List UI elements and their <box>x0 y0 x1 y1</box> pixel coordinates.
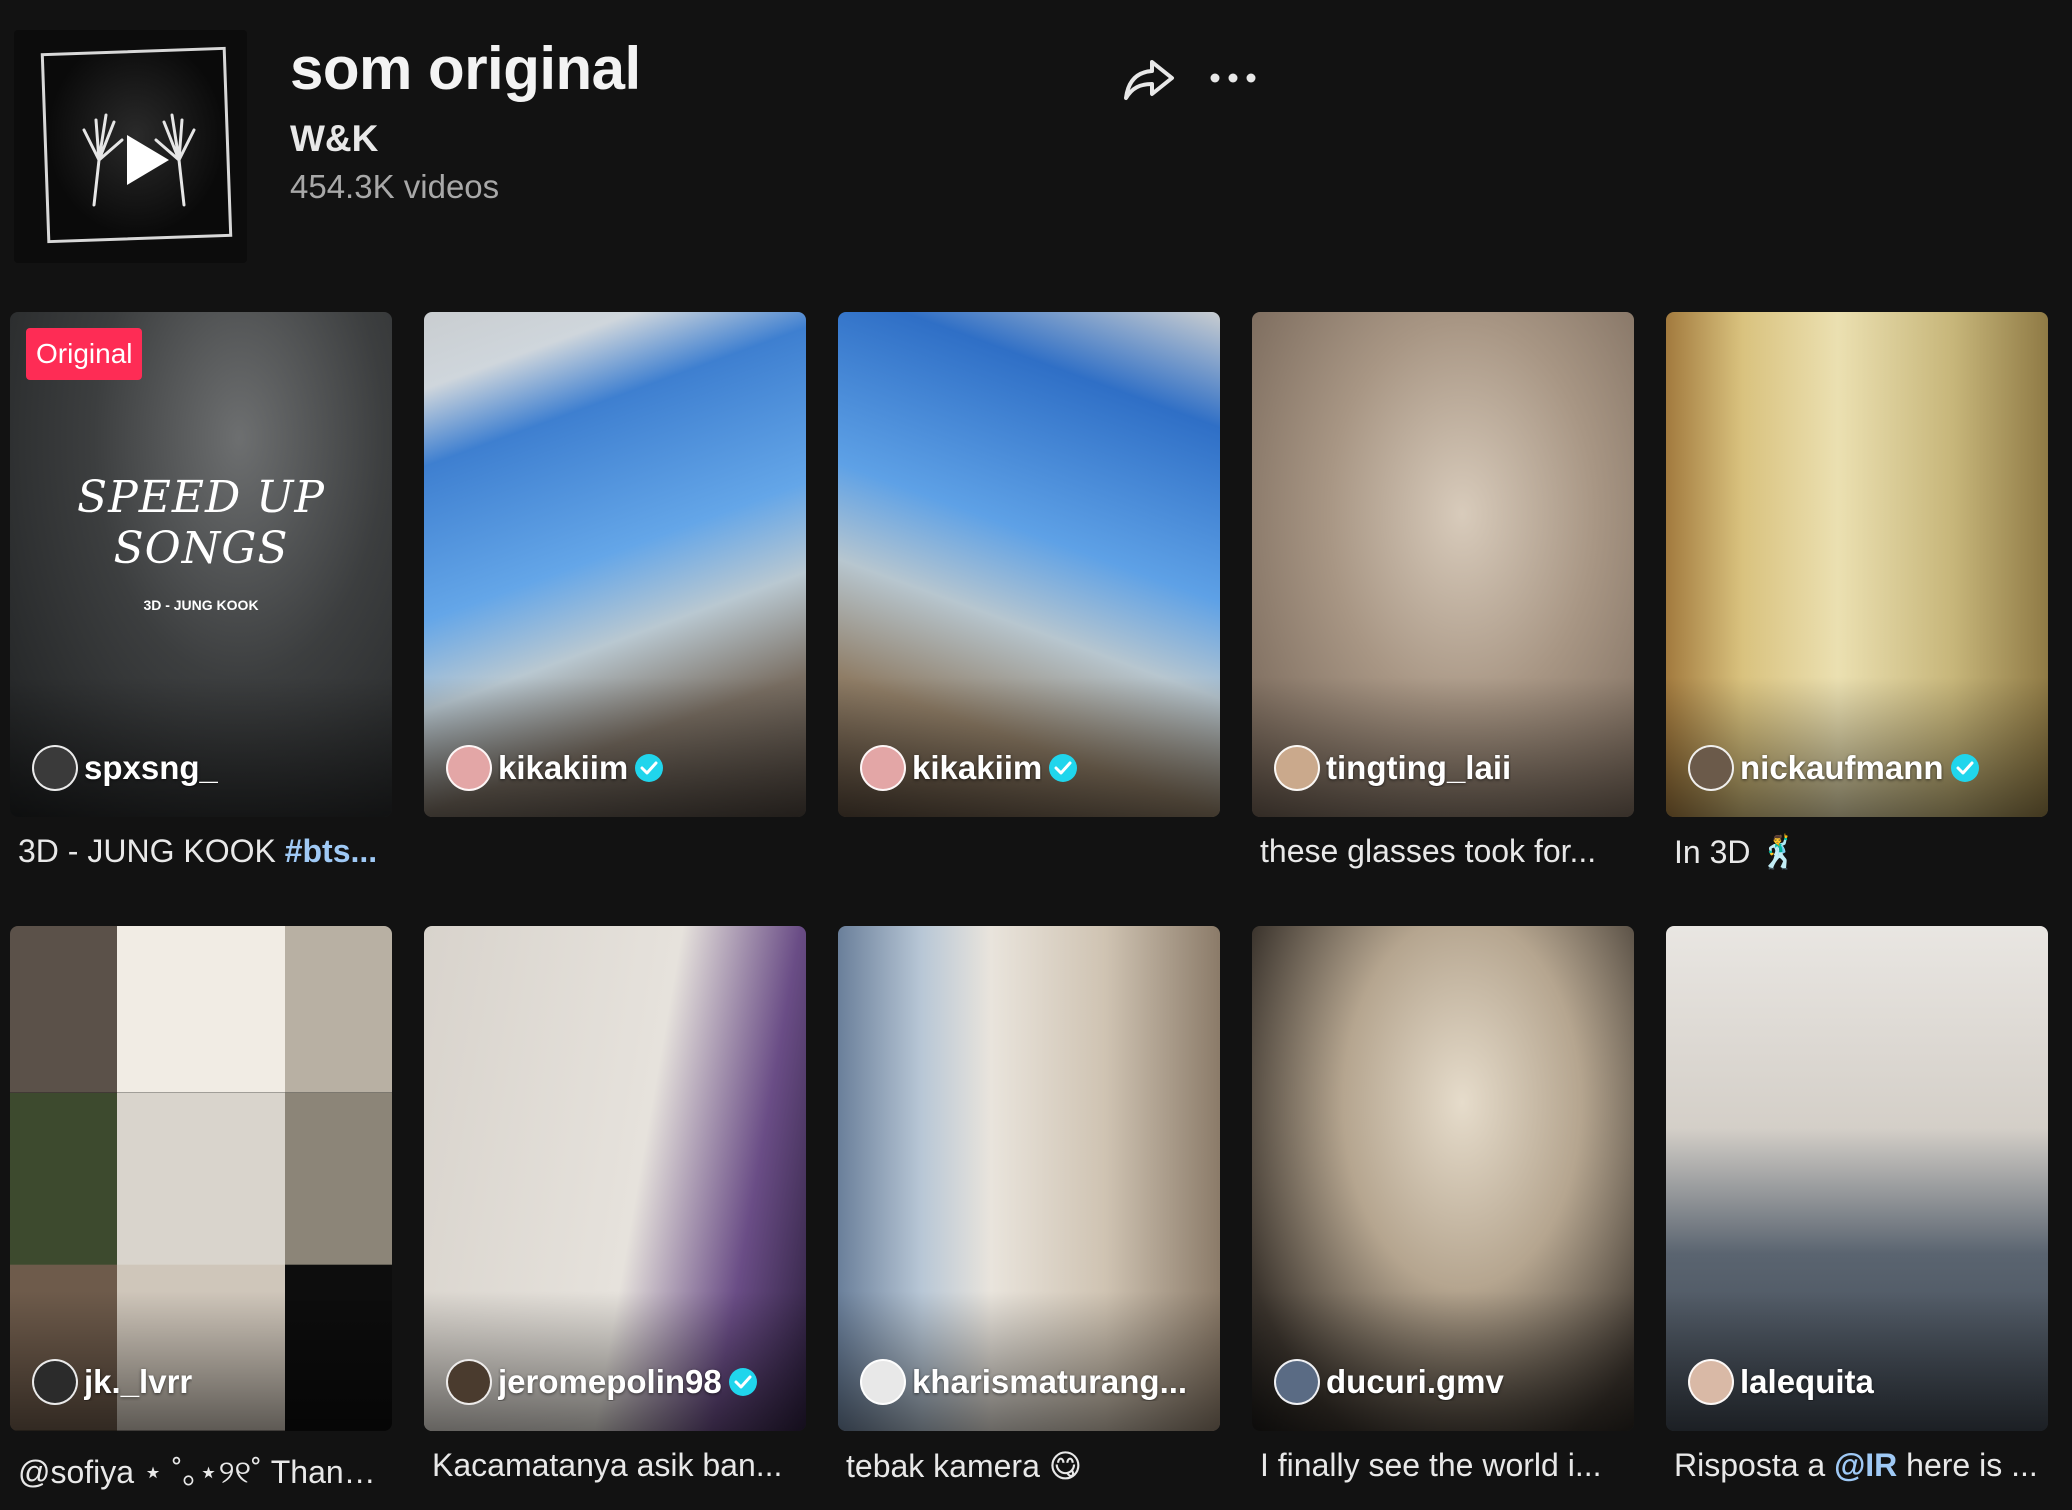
avatar[interactable] <box>860 1359 906 1405</box>
video-caption: tebak kamera 😋 <box>846 1448 1083 1484</box>
share-arrow-icon[interactable] <box>1120 54 1178 104</box>
sound-artist[interactable]: W&K <box>290 118 378 160</box>
video-thumbnail[interactable]: kikakiim <box>838 312 1220 817</box>
avatar[interactable] <box>32 1359 78 1405</box>
original-badge: Original <box>26 328 143 380</box>
play-icon[interactable] <box>109 125 179 195</box>
video-author[interactable]: tingting_laii <box>1274 745 1511 791</box>
verified-badge-icon <box>1950 754 1979 782</box>
avatar[interactable] <box>1274 1359 1320 1405</box>
video-author[interactable]: nickaufmann <box>1688 745 1980 791</box>
overlay-subtitle: 3D - JUNG KOOK <box>143 597 259 613</box>
video-thumbnail[interactable]: kharismaturang... <box>838 926 1220 1431</box>
sound-cover[interactable] <box>14 30 247 263</box>
video-caption: 3D - JUNG KOOK #bts... <box>10 833 382 870</box>
caption-mention[interactable]: @IR <box>1834 1447 1897 1483</box>
video-thumbnail[interactable]: tingting_laii <box>1252 312 1634 817</box>
video-card[interactable]: ducuri.gmv I finally see the world i... <box>1252 926 1634 1484</box>
video-author[interactable]: jk._lvrr <box>32 1359 192 1405</box>
caption-rest: here is ... <box>1897 1447 2038 1483</box>
video-caption: Kacamatanya asik ban... <box>432 1447 783 1483</box>
video-card[interactable]: kharismaturang... tebak kamera 😋 <box>838 926 1220 1485</box>
video-card[interactable]: nickaufmann In 3D 🕺 <box>1666 312 2048 871</box>
video-card[interactable]: jeromepolin98 Kacamatanya asik ban... <box>424 926 806 1484</box>
video-author[interactable]: ducuri.gmv <box>1274 1359 1504 1405</box>
username[interactable]: kharismaturang... <box>912 1363 1187 1401</box>
verified-badge-icon <box>635 754 664 782</box>
video-count: 454.3K videos <box>290 168 500 205</box>
video-caption: Risposta a @IR here is ... <box>1666 1447 2038 1484</box>
avatar[interactable] <box>1688 1359 1734 1405</box>
video-caption: In 3D 🕺 <box>1674 834 1800 870</box>
username[interactable]: nickaufmann <box>1740 749 1944 787</box>
video-caption: I finally see the world i... <box>1260 1447 1602 1483</box>
video-thumbnail[interactable]: Original SPEED UP SONGS 3D - JUNG KOOK s… <box>10 312 392 817</box>
caption-text: Risposta a <box>1674 1447 1835 1483</box>
ellipsis-icon[interactable] <box>1205 60 1261 96</box>
video-card[interactable]: tingting_laii these glasses took for... <box>1252 312 1634 870</box>
video-author[interactable]: spxsng_ <box>32 745 218 791</box>
video-caption: @sofiya ⋆ ˚｡⋆୨୧˚ Thank... <box>18 1454 382 1490</box>
video-card[interactable]: kikakiim <box>838 312 1220 833</box>
video-author[interactable]: jeromepolin98 <box>446 1359 758 1405</box>
username[interactable]: jk._lvrr <box>84 1363 192 1401</box>
video-card[interactable]: jk._lvrr @sofiya ⋆ ˚｡⋆୨୧˚ Thank... <box>10 926 392 1493</box>
video-author[interactable]: kikakiim <box>446 745 664 791</box>
username[interactable]: kikakiim <box>912 749 1042 787</box>
username[interactable]: kikakiim <box>498 749 628 787</box>
sound-title: som original <box>290 35 641 102</box>
username[interactable]: spxsng_ <box>84 749 218 787</box>
video-thumbnail[interactable]: nickaufmann <box>1666 312 2048 817</box>
username[interactable]: lalequita <box>1740 1363 1874 1401</box>
video-thumbnail[interactable]: kikakiim <box>424 312 806 817</box>
avatar[interactable] <box>1688 745 1734 791</box>
verified-badge-icon <box>1049 754 1078 782</box>
video-thumbnail[interactable]: jeromepolin98 <box>424 926 806 1431</box>
video-thumbnail[interactable]: ducuri.gmv <box>1252 926 1634 1431</box>
avatar[interactable] <box>860 745 906 791</box>
video-card[interactable]: lalequita Risposta a @IR here is ... <box>1666 926 2048 1484</box>
avatar[interactable] <box>1274 745 1320 791</box>
username[interactable]: tingting_laii <box>1326 749 1511 787</box>
video-card[interactable]: Original SPEED UP SONGS 3D - JUNG KOOK s… <box>10 312 392 870</box>
caption-text: 3D - JUNG KOOK <box>18 833 285 869</box>
verified-badge-icon <box>728 1368 757 1396</box>
video-author[interactable]: lalequita <box>1688 1359 1874 1405</box>
sound-header: som original W&K 454.3K videos <box>0 0 2072 300</box>
avatar[interactable] <box>446 1359 492 1405</box>
video-card[interactable]: kikakiim <box>424 312 806 833</box>
video-author[interactable]: kikakiim <box>860 745 1078 791</box>
video-thumbnail[interactable]: lalequita <box>1666 926 2048 1431</box>
avatar[interactable] <box>446 745 492 791</box>
overlay-title: SPEED UP SONGS <box>77 472 325 574</box>
username[interactable]: ducuri.gmv <box>1326 1363 1504 1401</box>
video-author[interactable]: kharismaturang... <box>860 1359 1187 1405</box>
video-thumbnail[interactable]: jk._lvrr <box>10 926 392 1431</box>
avatar[interactable] <box>32 745 78 791</box>
video-caption: these glasses took for... <box>1260 833 1597 869</box>
caption-hashtag[interactable]: #bts... <box>285 833 377 869</box>
username[interactable]: jeromepolin98 <box>498 1363 722 1401</box>
